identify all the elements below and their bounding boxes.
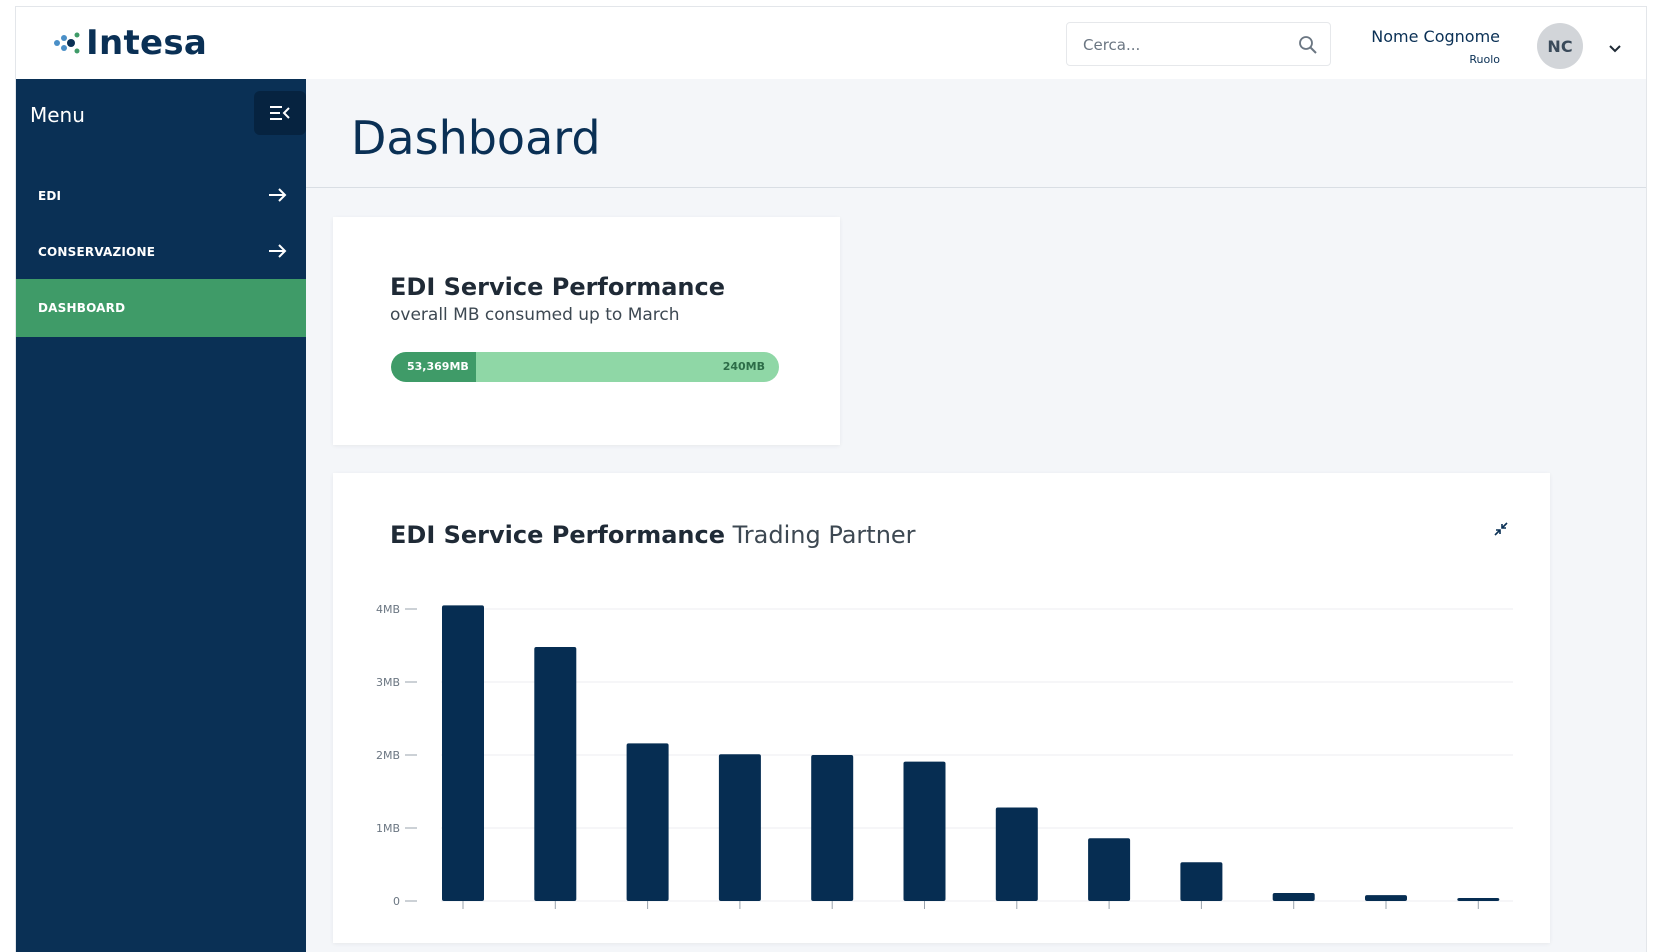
y-tick-label: 1MB: [376, 822, 400, 835]
usage-card-title: EDI Service Performance: [390, 273, 725, 301]
sidebar-item-dashboard[interactable]: DASHBOARD: [16, 279, 306, 337]
app-window: Intesa Nome Cognome Ruolo NC Menu EDI: [15, 6, 1647, 952]
chart-title-bold: EDI Service Performance: [390, 521, 725, 549]
chart-bar[interactable]: [718, 754, 761, 901]
intesa-logo-icon: [54, 32, 80, 54]
arrow-right-icon: [269, 188, 287, 202]
chart-bar[interactable]: [995, 807, 1038, 901]
title-divider: [306, 187, 1646, 188]
brand-logo[interactable]: Intesa: [52, 23, 207, 63]
page-title: Dashboard: [351, 111, 601, 165]
sidebar-item-conservazione[interactable]: CONSERVAZIONE: [16, 223, 306, 281]
usage-used-label: 53,369MB: [407, 360, 469, 373]
chart-bar[interactable]: [811, 755, 854, 901]
chevron-down-icon[interactable]: [1608, 39, 1622, 58]
menu-title: Menu: [30, 103, 85, 127]
usage-progress-bar: 53,369MB 240MB: [391, 352, 779, 382]
top-bar: Intesa Nome Cognome Ruolo NC: [16, 7, 1646, 79]
trading-partner-bar-chart: 0 1MB 2MB 3MB 4MB: [376, 603, 1513, 909]
chart-title-light: Trading Partner: [725, 521, 916, 549]
shrink-icon[interactable]: [1493, 521, 1509, 541]
menu-collapse-button[interactable]: [254, 91, 306, 135]
sidebar-item-edi[interactable]: EDI: [16, 167, 306, 225]
chart-bar[interactable]: [1457, 898, 1500, 901]
user-name[interactable]: Nome Cognome: [1371, 27, 1500, 46]
y-tick-label: 2MB: [376, 749, 400, 762]
chart-bar[interactable]: [626, 743, 669, 901]
usage-total-label: 240MB: [722, 360, 765, 373]
search-icon[interactable]: [1298, 35, 1318, 59]
chart-bar[interactable]: [1088, 838, 1131, 901]
arrow-right-icon: [269, 244, 287, 258]
chart-title: EDI Service Performance Trading Partner: [390, 521, 916, 549]
chart-bar[interactable]: [1180, 862, 1223, 901]
y-tick-label: 4MB: [376, 603, 400, 616]
sidebar-item-label: CONSERVAZIONE: [38, 245, 156, 259]
usage-card-subtitle: overall MB consumed up to March: [390, 305, 680, 325]
search-box[interactable]: [1066, 22, 1331, 66]
trading-partner-chart-card: EDI Service Performance Trading Partner …: [333, 473, 1550, 943]
avatar[interactable]: NC: [1537, 23, 1583, 69]
sidebar: Menu EDI CONSERVAZIONE DASHBOARD: [16, 79, 306, 952]
y-tick-label: 0: [393, 895, 400, 908]
y-tick-label: 3MB: [376, 676, 400, 689]
sidebar-item-label: DASHBOARD: [38, 301, 126, 315]
menu-collapse-icon: [270, 106, 290, 120]
chart-bar[interactable]: [442, 605, 484, 901]
logo-text: Intesa: [86, 23, 208, 63]
chart-bar[interactable]: [1272, 892, 1315, 901]
chart-bar[interactable]: [903, 761, 946, 901]
usage-card: EDI Service Performance overall MB consu…: [333, 217, 840, 445]
chart-bar[interactable]: [534, 646, 577, 901]
sidebar-item-label: EDI: [38, 189, 62, 203]
search-input[interactable]: [1081, 33, 1285, 57]
chart-bar[interactable]: [1365, 895, 1407, 901]
user-role: Ruolo: [1469, 53, 1500, 66]
